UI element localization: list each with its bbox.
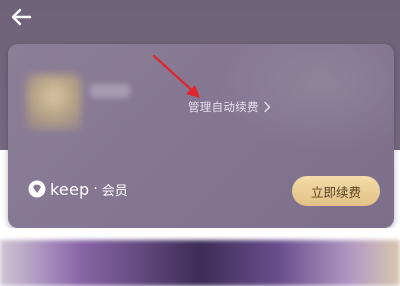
brand-name: keep	[50, 179, 90, 199]
manage-auto-renew-label: 管理自动续费	[188, 100, 259, 114]
brand-separator: ·	[93, 181, 98, 197]
membership-card: 管理自动续费 keep · 会员 立即续费	[8, 44, 394, 228]
keep-diamond-icon	[28, 180, 46, 198]
arrow-left-icon[interactable]	[8, 4, 34, 30]
promo-banner[interactable]	[0, 240, 400, 286]
keep-member-brand: keep · 会员	[28, 178, 128, 200]
chevron-right-icon	[264, 101, 270, 113]
section-gap	[0, 228, 400, 240]
manage-auto-renew-link[interactable]: 管理自动续费	[188, 98, 271, 116]
username-blurred	[90, 84, 130, 98]
brand-member-label: 会员	[101, 183, 128, 199]
renew-now-button[interactable]: 立即续费	[292, 176, 380, 206]
avatar	[26, 74, 82, 130]
